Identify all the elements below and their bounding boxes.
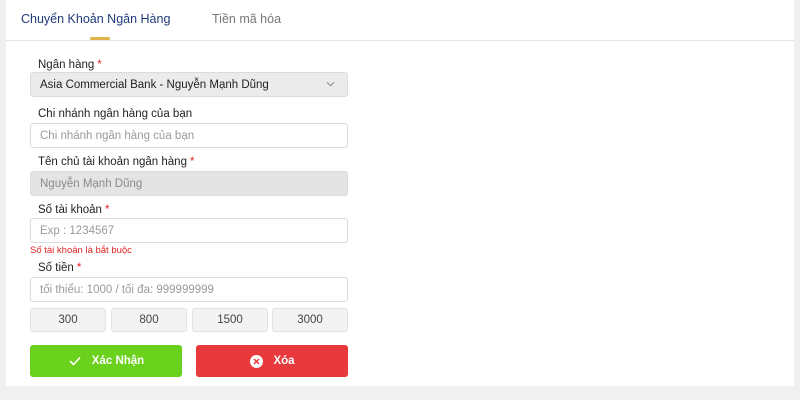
account-number-error: Số tài khoản là bắt buộc [30, 245, 132, 256]
bank-label-text: Ngân hàng [38, 59, 95, 71]
amount-input[interactable]: tối thiểu: 1000 / tối đa: 999999999 [30, 277, 348, 302]
tab-crypto[interactable]: Tiền mã hóa [212, 12, 281, 26]
confirm-button[interactable]: Xác Nhận [30, 345, 182, 377]
account-holder-label-text: Tên chủ tài khoản ngân hàng [38, 156, 187, 168]
account-number-label: Số tài khoản * [38, 204, 109, 216]
branch-placeholder: Chi nhánh ngân hàng của bạn [40, 129, 195, 142]
account-number-input[interactable]: Exp : 1234567 [30, 218, 348, 243]
tab-bar: Chuyển Khoản Ngân Hàng Tiền mã hóa [6, 0, 794, 41]
quick-amount-button[interactable]: 300 [30, 308, 106, 332]
account-holder-value: Nguyễn Mạnh Dũng [40, 177, 143, 190]
delete-button[interactable]: Xóa [196, 345, 348, 377]
required-mark: * [76, 262, 82, 274]
account-number-label-text: Số tài khoản [38, 204, 102, 216]
account-holder-field: Nguyễn Mạnh Dũng [30, 171, 348, 196]
account-number-placeholder: Exp : 1234567 [40, 224, 115, 237]
withdraw-panel: Chuyển Khoản Ngân Hàng Tiền mã hóa Ngân … [6, 0, 794, 386]
chevron-down-icon [326, 81, 335, 87]
required-mark: * [104, 204, 110, 216]
bank-label: Ngân hàng * [38, 59, 102, 71]
close-circle-icon [249, 354, 263, 368]
quick-amount-button[interactable]: 800 [111, 308, 187, 332]
quick-amount-button[interactable]: 1500 [192, 308, 268, 332]
branch-input[interactable]: Chi nhánh ngân hàng của bạn [30, 123, 348, 148]
branch-label-text: Chi nhánh ngân hàng của bạn [38, 108, 193, 120]
bank-select-value: Asia Commercial Bank - Nguyễn Mạnh Dũng [40, 78, 269, 91]
amount-placeholder: tối thiểu: 1000 / tối đa: 999999999 [40, 283, 214, 296]
bank-select[interactable]: Asia Commercial Bank - Nguyễn Mạnh Dũng [30, 72, 348, 97]
amount-label-text: Số tiền [38, 262, 74, 274]
check-icon [68, 354, 82, 368]
tab-bank-transfer[interactable]: Chuyển Khoản Ngân Hàng [21, 12, 170, 26]
branch-label: Chi nhánh ngân hàng của bạn [38, 108, 192, 120]
active-tab-indicator [90, 37, 110, 40]
delete-button-label: Xóa [273, 355, 295, 367]
amount-label: Số tiền * [38, 262, 81, 274]
account-holder-label: Tên chủ tài khoản ngân hàng * [38, 156, 194, 168]
required-mark: * [189, 156, 195, 168]
quick-amount-button[interactable]: 3000 [272, 308, 348, 332]
confirm-button-label: Xác Nhận [91, 355, 145, 367]
required-mark: * [97, 59, 102, 71]
